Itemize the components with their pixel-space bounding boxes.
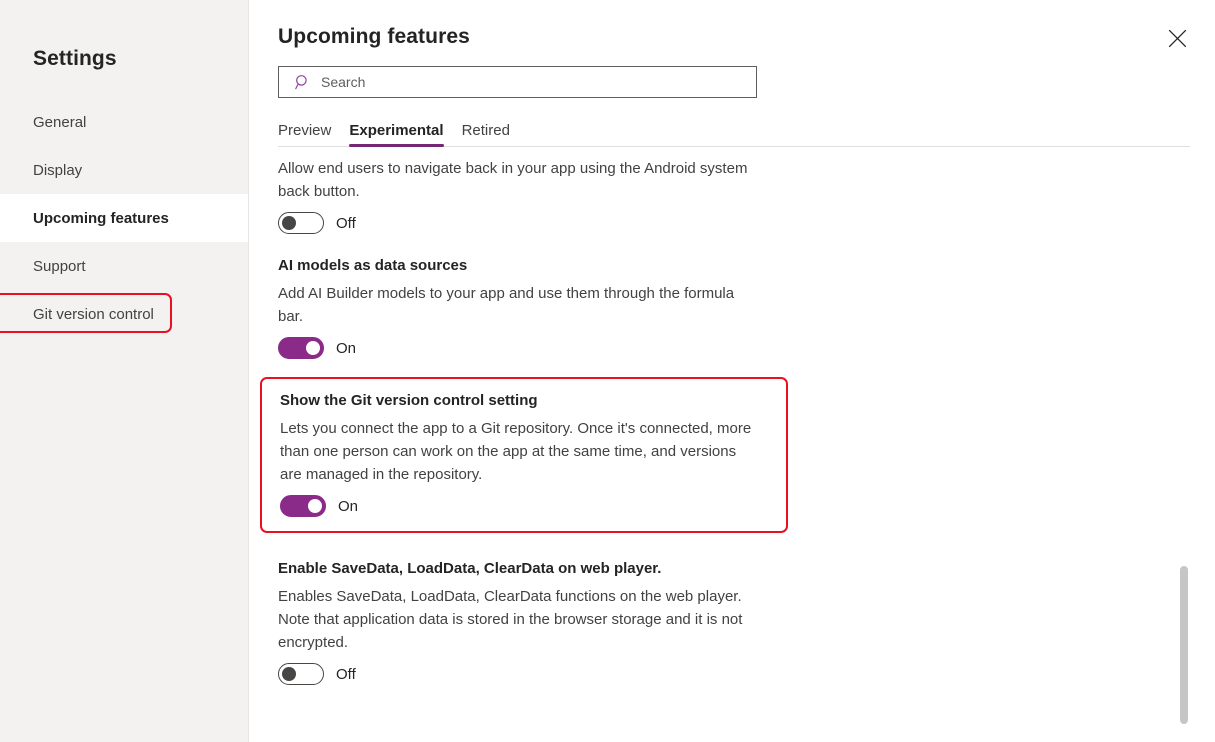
search-icon: [295, 75, 307, 90]
tab-retired[interactable]: Retired: [462, 122, 510, 146]
tab-experimental[interactable]: Experimental: [349, 122, 444, 147]
tab-preview[interactable]: Preview: [278, 122, 331, 146]
feature-item-show-git-version-control-setting: Show the Git version control setting Let…: [260, 377, 788, 533]
toggle-switch[interactable]: [278, 212, 324, 234]
toggle-switch[interactable]: [278, 663, 324, 685]
tab-label: Retired: [461, 122, 510, 139]
toggle-knob: [308, 499, 322, 513]
sidebar-item-label: Git version control: [33, 305, 154, 323]
feature-description: Add AI Builder models to your app and us…: [278, 285, 735, 325]
feature-tabs: Preview Experimental Retired: [278, 118, 1190, 147]
tab-label: Experimental: [349, 122, 444, 139]
settings-main-panel: Upcoming features Preview Experimental R…: [249, 0, 1215, 742]
scrollbar-thumb[interactable]: [1180, 566, 1188, 724]
feature-title: Show the Git version control setting: [280, 392, 538, 409]
feature-toggle-row[interactable]: On: [280, 495, 358, 517]
feature-description: Lets you connect the app to a Git reposi…: [280, 420, 752, 483]
sidebar-item-label: Support: [33, 257, 86, 275]
toggle-switch[interactable]: [280, 495, 326, 517]
toggle-knob: [282, 216, 296, 230]
feature-toggle-row[interactable]: Off: [278, 212, 356, 234]
feature-toggle-row[interactable]: Off: [278, 663, 356, 685]
scrollbar-track[interactable]: [1180, 0, 1188, 742]
sidebar-item-general[interactable]: General: [0, 98, 248, 146]
settings-sidebar: Settings General Display Upcoming featur…: [0, 0, 249, 742]
feature-description: Enables SaveData, LoadData, ClearData fu…: [278, 588, 743, 651]
toggle-knob: [282, 667, 296, 681]
search-input[interactable]: [321, 74, 721, 90]
sidebar-nav-list: General Display Upcoming features Suppor…: [0, 98, 248, 338]
toggle-state-label: Off: [336, 214, 356, 232]
sidebar-item-label: Display: [33, 161, 83, 179]
toggle-state-label: On: [338, 497, 359, 515]
toggle-switch[interactable]: [278, 337, 324, 359]
feature-title: Enable SaveData, LoadData, ClearData on …: [278, 560, 662, 577]
page-title: Upcoming features: [278, 25, 470, 48]
feature-title: AI models as data sources: [278, 257, 468, 274]
feature-description: Allow end users to navigate back in your…: [278, 160, 748, 200]
sidebar-item-git-version-control[interactable]: Git version control: [0, 290, 248, 338]
feature-item-ai-models-as-data-sources: AI models as data sources Add AI Builder…: [278, 256, 798, 359]
close-button[interactable]: [1161, 22, 1193, 54]
feature-item-enable-savedata-loaddata-cleardata: Enable SaveData, LoadData, ClearData on …: [278, 559, 798, 685]
search-box[interactable]: [278, 66, 757, 98]
toggle-knob: [306, 341, 320, 355]
settings-dialog: Settings General Display Upcoming featur…: [0, 0, 1215, 742]
feature-item-android-back-button: Allow end users to navigate back in your…: [278, 157, 798, 234]
sidebar-item-display[interactable]: Display: [0, 146, 248, 194]
sidebar-item-support[interactable]: Support: [0, 242, 248, 290]
sidebar-item-label: General: [33, 113, 87, 131]
sidebar-item-label: Upcoming features: [33, 209, 169, 227]
sidebar-item-upcoming-features[interactable]: Upcoming features: [0, 194, 248, 242]
tab-label: Preview: [278, 122, 332, 139]
sidebar-title: Settings: [33, 47, 117, 70]
toggle-state-label: Off: [336, 665, 356, 683]
feature-toggle-row[interactable]: On: [278, 337, 356, 359]
feature-list: Allow end users to navigate back in your…: [260, 157, 798, 685]
toggle-state-label: On: [336, 339, 357, 357]
